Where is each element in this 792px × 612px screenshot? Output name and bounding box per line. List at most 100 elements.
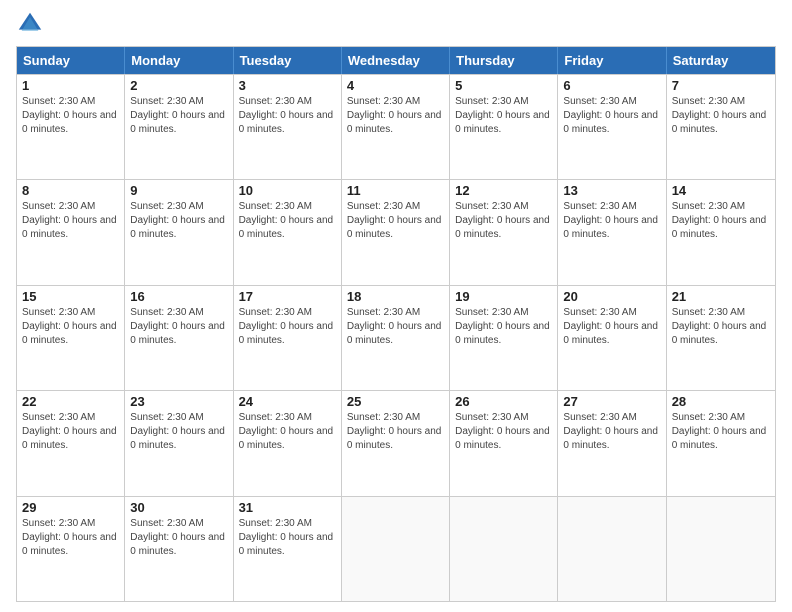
calendar-cell xyxy=(667,497,775,601)
day-info: Sunset: 2:30 AMDaylight: 0 hours and 0 m… xyxy=(22,200,119,242)
calendar-cell: 12 Sunset: 2:30 AMDaylight: 0 hours and 0… xyxy=(450,180,558,284)
day-number: 13 xyxy=(563,183,660,198)
calendar-cell: 8 Sunset: 2:30 AMDaylight: 0 hours and 0 … xyxy=(17,180,125,284)
day-number: 31 xyxy=(239,500,336,515)
day-info: Sunset: 2:30 AMDaylight: 0 hours and 0 m… xyxy=(455,306,552,348)
day-number: 11 xyxy=(347,183,444,198)
day-info: Sunset: 2:30 AMDaylight: 0 hours and 0 m… xyxy=(347,95,444,137)
day-number: 20 xyxy=(563,289,660,304)
header xyxy=(16,10,776,38)
calendar-cell: 6 Sunset: 2:30 AMDaylight: 0 hours and 0 … xyxy=(558,75,666,179)
day-info: Sunset: 2:30 AMDaylight: 0 hours and 0 m… xyxy=(130,411,227,453)
calendar-header-cell: Thursday xyxy=(450,47,558,74)
day-number: 25 xyxy=(347,394,444,409)
day-number: 23 xyxy=(130,394,227,409)
day-number: 9 xyxy=(130,183,227,198)
day-number: 19 xyxy=(455,289,552,304)
calendar-cell: 15Sunset: 2:30 AMDaylight: 0 hours and 0… xyxy=(17,286,125,390)
day-info: Sunset: 2:30 AMDaylight: 0 hours and 0 m… xyxy=(239,306,336,348)
calendar-cell: 27 Sunset: 2:30 AMDaylight: 0 hours and 0… xyxy=(558,391,666,495)
calendar-cell: 11 Sunset: 2:30 AMDaylight: 0 hours and 0… xyxy=(342,180,450,284)
logo-icon xyxy=(16,10,44,38)
day-number: 3 xyxy=(239,78,336,93)
page: SundayMondayTuesdayWednesdayThursdayFrid… xyxy=(0,0,792,612)
calendar-cell: 31Sunset: 2:30 AMDaylight: 0 hours and 0… xyxy=(234,497,342,601)
day-info: Sunset: 2:30 AMDaylight: 0 hours and 0 m… xyxy=(563,411,660,453)
calendar-cell xyxy=(450,497,558,601)
day-number: 29 xyxy=(22,500,119,515)
day-number: 17 xyxy=(239,289,336,304)
day-info: Sunset: 2:30 AMDaylight: 0 hours and 0 m… xyxy=(22,517,119,559)
calendar-row: 15 Sunset: 2:30 AMDaylight: 0 hours and 0… xyxy=(17,285,775,390)
calendar-cell: 30 Sunset: 2:30 AMDaylight: 0 hours and 0… xyxy=(125,497,233,601)
day-number: 4 xyxy=(347,78,444,93)
calendar-cell: 18 Sunset: 2:30 AMDaylight: 0 hours and 0… xyxy=(342,286,450,390)
day-number: 16 xyxy=(130,289,227,304)
day-number: 2 xyxy=(130,78,227,93)
calendar-cell: 13 Sunset: 2:30 AMDaylight: 0 hours and 0… xyxy=(558,180,666,284)
day-info: Sunset: 2:30 AMDaylight: 0 hours and 0 m… xyxy=(563,200,660,242)
calendar-cell: 23 Sunset: 2:30 AMDaylight: 0 hours and 0… xyxy=(125,391,233,495)
day-number: 15 xyxy=(22,289,119,304)
calendar-cell: 9Sunset: 2:30 AMDaylight: 0 hours and 0 … xyxy=(125,180,233,284)
calendar-cell: 25 Sunset: 2:30 AMDaylight: 0 hours and 0… xyxy=(342,391,450,495)
day-number: 8 xyxy=(22,183,119,198)
calendar-header-cell: Friday xyxy=(558,47,666,74)
day-number: 10 xyxy=(239,183,336,198)
day-number: 5 xyxy=(455,78,552,93)
calendar-cell: 2 Sunset: 2:30 AMDaylight: 0 hours and 0 … xyxy=(125,75,233,179)
calendar-header-cell: Tuesday xyxy=(234,47,342,74)
calendar-cell: 19 Sunset: 2:30 AMDaylight: 0 hours and 0… xyxy=(450,286,558,390)
calendar-cell: 3Sunset: 2:30 AMDaylight: 0 hours and 0 … xyxy=(234,75,342,179)
calendar-cell: 1 Sunset: 2:30 AMDaylight: 0 hours and 0 … xyxy=(17,75,125,179)
day-number: 14 xyxy=(672,183,770,198)
day-info: Sunset: 2:30 AMDaylight: 0 hours and 0 m… xyxy=(130,95,227,137)
calendar-row: 1 Sunset: 2:30 AMDaylight: 0 hours and 0 … xyxy=(17,74,775,179)
calendar-cell: 21 Sunset: 2:30 AMDaylight: 0 hours and 0… xyxy=(667,286,775,390)
calendar-cell: 16 Sunset: 2:30 AMDaylight: 0 hours and 0… xyxy=(125,286,233,390)
calendar-cell: 5Sunset: 2:30 AMDaylight: 0 hours and 0 … xyxy=(450,75,558,179)
calendar-header-cell: Saturday xyxy=(667,47,775,74)
day-number: 6 xyxy=(563,78,660,93)
calendar: SundayMondayTuesdayWednesdayThursdayFrid… xyxy=(16,46,776,602)
day-info: Sunset: 2:30 AMDaylight: 0 hours and 0 m… xyxy=(130,306,227,348)
day-info: Sunset: 2:30 AMDaylight: 0 hours and 0 m… xyxy=(672,200,770,242)
calendar-header-cell: Wednesday xyxy=(342,47,450,74)
day-number: 1 xyxy=(22,78,119,93)
day-number: 26 xyxy=(455,394,552,409)
calendar-row: 22Sunset: 2:30 AMDaylight: 0 hours and 0… xyxy=(17,390,775,495)
day-number: 18 xyxy=(347,289,444,304)
day-info: Sunset: 2:30 AMDaylight: 0 hours and 0 m… xyxy=(672,95,770,137)
day-info: Sunset: 2:30 AMDaylight: 0 hours and 0 m… xyxy=(563,95,660,137)
calendar-cell: 20Sunset: 2:30 AMDaylight: 0 hours and 0… xyxy=(558,286,666,390)
day-info: Sunset: 2:30 AMDaylight: 0 hours and 0 m… xyxy=(22,411,119,453)
day-info: Sunset: 2:30 AMDaylight: 0 hours and 0 m… xyxy=(672,411,770,453)
day-info: Sunset: 2:30 AMDaylight: 0 hours and 0 m… xyxy=(455,200,552,242)
day-info: Sunset: 2:30 AMDaylight: 0 hours and 0 m… xyxy=(347,411,444,453)
day-info: Sunset: 2:30 AMDaylight: 0 hours and 0 m… xyxy=(22,95,119,137)
calendar-cell xyxy=(342,497,450,601)
day-info: Sunset: 2:30 AMDaylight: 0 hours and 0 m… xyxy=(347,306,444,348)
calendar-row: 29 Sunset: 2:30 AMDaylight: 0 hours and 0… xyxy=(17,496,775,601)
day-number: 27 xyxy=(563,394,660,409)
calendar-header-row: SundayMondayTuesdayWednesdayThursdayFrid… xyxy=(17,47,775,74)
day-info: Sunset: 2:30 AMDaylight: 0 hours and 0 m… xyxy=(239,200,336,242)
day-number: 24 xyxy=(239,394,336,409)
day-info: Sunset: 2:30 AMDaylight: 0 hours and 0 m… xyxy=(130,517,227,559)
calendar-cell: 4 Sunset: 2:30 AMDaylight: 0 hours and 0 … xyxy=(342,75,450,179)
day-number: 12 xyxy=(455,183,552,198)
calendar-cell: 17 Sunset: 2:30 AMDaylight: 0 hours and 0… xyxy=(234,286,342,390)
calendar-cell: 14 Sunset: 2:30 AMDaylight: 0 hours and 0… xyxy=(667,180,775,284)
day-number: 21 xyxy=(672,289,770,304)
calendar-cell: 7 Sunset: 2:30 AMDaylight: 0 hours and 0 … xyxy=(667,75,775,179)
calendar-cell: 22Sunset: 2:30 AMDaylight: 0 hours and 0… xyxy=(17,391,125,495)
day-info: Sunset: 2:30 AMDaylight: 0 hours and 0 m… xyxy=(239,411,336,453)
day-number: 7 xyxy=(672,78,770,93)
day-number: 30 xyxy=(130,500,227,515)
calendar-cell: 28Sunset: 2:30 AMDaylight: 0 hours and 0… xyxy=(667,391,775,495)
calendar-row: 8 Sunset: 2:30 AMDaylight: 0 hours and 0 … xyxy=(17,179,775,284)
day-info: Sunset: 2:30 AMDaylight: 0 hours and 0 m… xyxy=(347,200,444,242)
calendar-header-cell: Sunday xyxy=(17,47,125,74)
calendar-cell: 29 Sunset: 2:30 AMDaylight: 0 hours and 0… xyxy=(17,497,125,601)
day-info: Sunset: 2:30 AMDaylight: 0 hours and 0 m… xyxy=(672,306,770,348)
